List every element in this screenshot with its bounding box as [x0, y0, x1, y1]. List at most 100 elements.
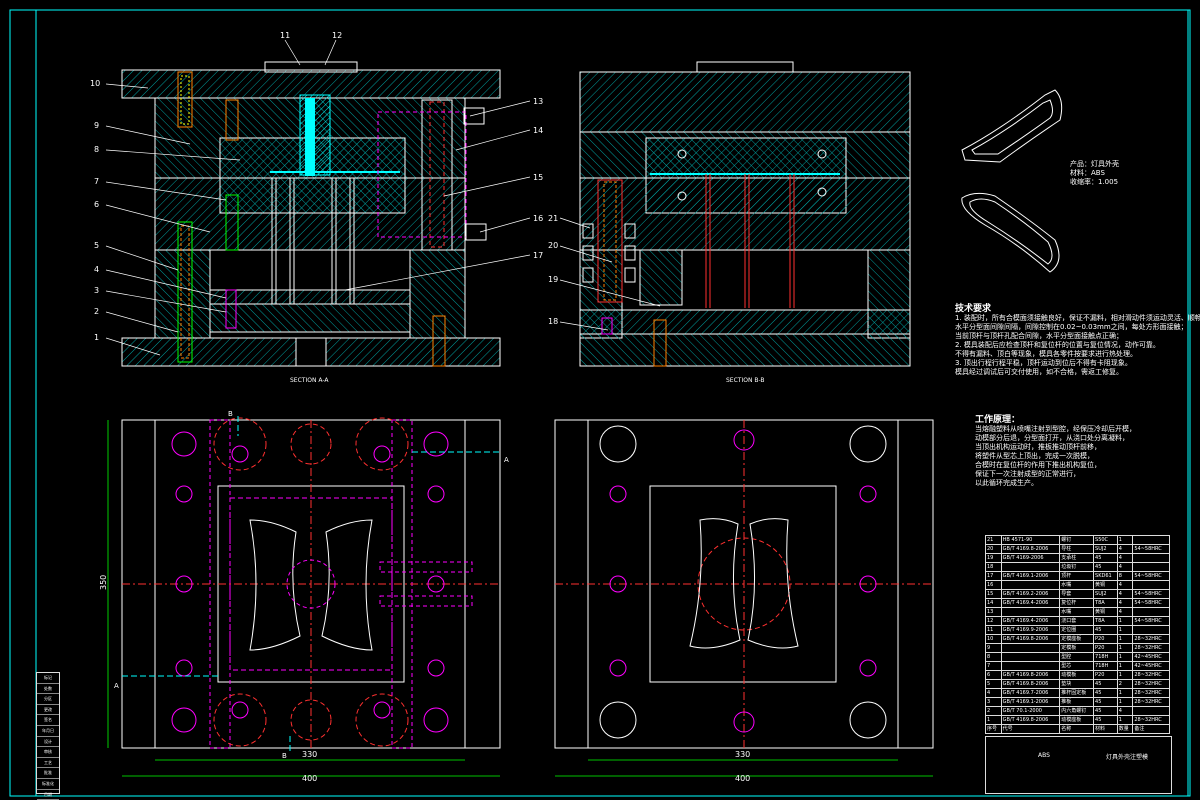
- bom-cell: 28~32HRC: [1132, 643, 1170, 653]
- section-bb-title: SECTION B-B: [726, 377, 765, 384]
- bom-row: 18 垃圾钉 45 4: [985, 562, 1170, 572]
- bom-cell: 1: [1116, 634, 1134, 644]
- bom-cell: 推杆固定板: [1059, 688, 1095, 698]
- bom-cell: 支承柱: [1059, 553, 1095, 563]
- part-number-9: 9: [94, 121, 99, 130]
- bom-cell: 1: [985, 715, 1002, 725]
- bom-cell: 15: [985, 589, 1002, 599]
- bom-cell: GB/T 4169.1-2006: [1000, 697, 1061, 707]
- bom-cell: [1000, 607, 1061, 617]
- bom-cell: 7: [985, 661, 1002, 671]
- revision-strip-cell: 批准: [37, 768, 59, 779]
- bom-cell: 5: [985, 679, 1002, 689]
- bom-cell: [1132, 607, 1170, 617]
- revision-strip-cell: 设计: [37, 737, 59, 748]
- bom-cell: 45: [1093, 679, 1118, 689]
- bom-cell: 54~58HRC: [1132, 544, 1170, 554]
- tech-req-line: 1. 装配时，所有合模面须接触良好，保证不漏料，相对滑动件须运动灵活、顺畅；: [955, 314, 1200, 322]
- bom-cell: 19: [985, 553, 1002, 563]
- bom-cell: 4: [1116, 706, 1134, 716]
- bom-cell: [1132, 706, 1170, 716]
- revision-strip-cell: 标准化: [37, 779, 59, 790]
- bom-cell: 定模板: [1059, 643, 1095, 653]
- bom-cell: 45: [1093, 562, 1118, 572]
- bom-cell: GB/T 4169-2006: [1000, 553, 1061, 563]
- bom-cell: [1000, 652, 1061, 662]
- tech-req-line: 2. 模具装配后应检查顶杆和复位杆的位置与复位情况，动作可靠。: [955, 341, 1160, 349]
- part-number-13: 13: [533, 97, 543, 106]
- bom-row: 序号 代号 名称 材料 数量 备注: [985, 724, 1170, 734]
- bom-cell: 1: [1116, 715, 1134, 725]
- bom-cell: 28~32HRC: [1132, 634, 1170, 644]
- bom-cell: 10: [985, 634, 1002, 644]
- revision-strip-cell: 签名: [37, 715, 59, 726]
- bom-cell: 42~45HRC: [1132, 652, 1170, 662]
- tech-req-line: 水平分型面间隙间隔，间隙控制在0.02~0.03mm之间，每处方形面接触；: [955, 323, 1188, 331]
- bom-cell: 定位圈: [1059, 625, 1095, 635]
- part-number-8: 8: [94, 145, 99, 154]
- revision-strip-cell: 处数: [37, 684, 59, 695]
- product-info-line: 收缩率：1.005: [1070, 178, 1119, 186]
- bom-cell: 备注: [1132, 724, 1170, 734]
- bom-row: 15 GB/T 4169.2-2006 导套 SUJ2 4 54~58HRC: [985, 589, 1170, 599]
- work-principle-line: 保证下一次注射成型的正常进行，: [975, 470, 1080, 478]
- bom-cell: 12: [985, 616, 1002, 626]
- bom-cell: 水嘴: [1059, 607, 1095, 617]
- bom-cell: 3: [985, 697, 1002, 707]
- bom-cell: 45: [1093, 553, 1118, 563]
- plan-view-left: A A B B 330 400 350: [99, 410, 509, 783]
- title-block: ABS 灯具外壳注塑模: [985, 736, 1172, 794]
- title-block-name: 灯具外壳注塑模: [1106, 754, 1149, 761]
- bom-cell: [1000, 562, 1061, 572]
- bom-row: 20 GB/T 4169.8-2006 导柱 SUJ2 4 54~58HRC: [985, 544, 1170, 554]
- bom-cell: 顶杆: [1059, 571, 1095, 581]
- product-info-line: 产品：灯具外壳: [1070, 160, 1119, 168]
- dim-height-left: 350: [99, 575, 108, 590]
- part-number-6: 6: [94, 200, 99, 209]
- work-principle-line: 当熔融塑料从喷嘴注射到型腔，经保压冷却后开模，: [975, 425, 1136, 433]
- bom-cell: 4: [985, 688, 1002, 698]
- bom-cell: 11: [985, 625, 1002, 635]
- section-marker-a-bottom: A: [114, 682, 119, 690]
- bom-cell: 17: [985, 571, 1002, 581]
- bom-row: 7 型芯 718H 1 42~45HRC: [985, 661, 1170, 671]
- bom-cell: 垃圾钉: [1059, 562, 1095, 572]
- part-number-7: 7: [94, 177, 99, 186]
- part-number-16: 16: [533, 214, 543, 223]
- bom-row: 11 GB/T 4169.9-2006 定位圈 45 1: [985, 625, 1170, 635]
- revision-strip-cell: 分区: [37, 694, 59, 705]
- bom-cell: GB/T 4169.8-2006: [1000, 670, 1061, 680]
- bom-row: 2 GB/T 70.1-2000 内六角螺钉 45 4: [985, 706, 1170, 716]
- bom-cell: 定模座板: [1059, 634, 1095, 644]
- bom-row: 4 GB/T 4169.7-2006 推杆固定板 45 1 28~32HRC: [985, 688, 1170, 698]
- part-number-1: 1: [94, 333, 99, 342]
- bom-row: 17 GB/T 4169.1-2006 顶杆 SKD61 8 54~58HRC: [985, 571, 1170, 581]
- bom-cell: 数量: [1116, 724, 1134, 734]
- bom-row: 16 水嘴 黄铜 4: [985, 580, 1170, 590]
- bom-cell: GB/T 4169.8-2006: [1000, 679, 1061, 689]
- bom-cell: 导柱: [1059, 544, 1095, 554]
- bom-cell: 2: [1116, 679, 1134, 689]
- bom-cell: P20: [1093, 634, 1118, 644]
- bom-cell: GB/T 4169.8-2006: [1000, 715, 1061, 725]
- bom-cell: 45: [1093, 706, 1118, 716]
- section-aa-title: SECTION A-A: [290, 377, 329, 384]
- bom-cell: 45: [1093, 715, 1118, 725]
- bom-cell: 4: [1116, 553, 1134, 563]
- part-number-12: 12: [332, 31, 342, 40]
- revision-strip-cell: 审核: [37, 747, 59, 758]
- bom-cell: 45: [1093, 688, 1118, 698]
- bom-row: 10 GB/T 4169.8-2006 定模座板 P20 1 28~32HRC: [985, 634, 1170, 644]
- bom-cell: GB/T 4169.8-2006: [1000, 634, 1061, 644]
- part-number-11: 11: [280, 31, 290, 40]
- bom-cell: 28~32HRC: [1132, 688, 1170, 698]
- tech-req-line: 当前顶杆与顶杆孔配合间隙，水平分型面接触点正确；: [955, 332, 1123, 340]
- bom-cell: 螺钉: [1059, 535, 1095, 545]
- revision-strip-cell: 工艺: [37, 758, 59, 769]
- bom-cell: 1: [1116, 643, 1134, 653]
- bom-cell: 垫块: [1059, 679, 1095, 689]
- bom-cell: 4: [1116, 544, 1134, 554]
- bom-cell: 13: [985, 607, 1002, 617]
- bom-cell: 黄铜: [1093, 607, 1118, 617]
- bom-cell: [1000, 580, 1061, 590]
